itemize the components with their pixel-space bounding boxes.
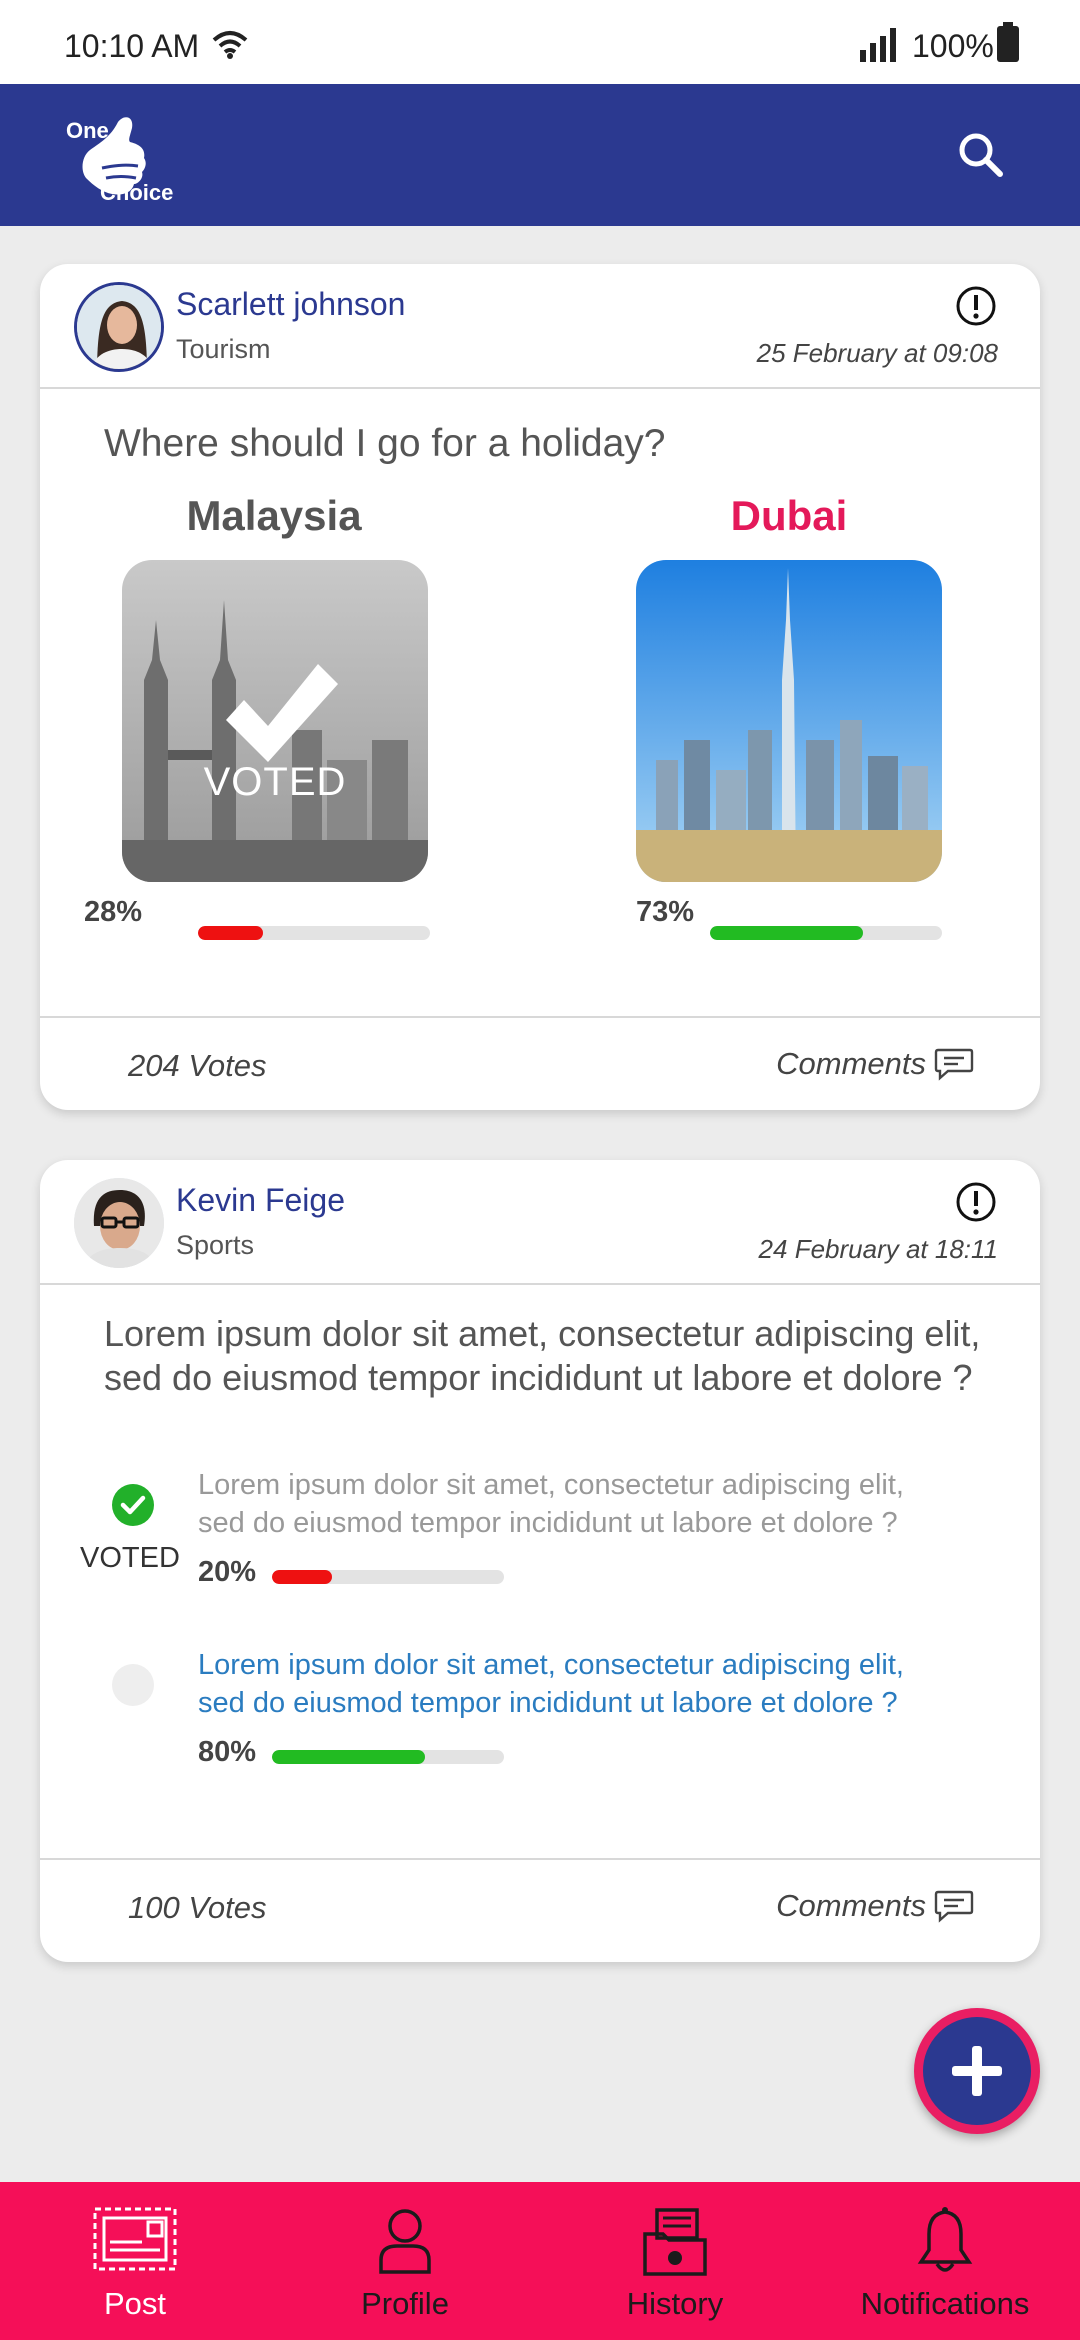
vote-count: 204 Votes (128, 1048, 267, 1083)
poll-question: Lorem ipsum dolor sit amet, consectetur … (104, 1312, 980, 1400)
text-option[interactable]: Lorem ipsum dolor sit amet, consectetur … (198, 1646, 1018, 1722)
nav-item-history[interactable]: History (540, 2182, 810, 2340)
voted-label: VOTED (203, 760, 347, 804)
option-percent: 28% (84, 896, 143, 928)
bottom-nav: Post Profile History Notifications (0, 2182, 1080, 2340)
option-title-malaysia: Malaysia (186, 492, 362, 539)
option-percent: 73% (636, 896, 695, 928)
nav-label: Post (103, 2286, 167, 2321)
option-image-malaysia[interactable]: VOTED (122, 560, 428, 882)
poll-question-line: Lorem ipsum dolor sit amet, consectetur … (104, 1313, 981, 1354)
progress-fill (272, 1570, 333, 1584)
poll-question-line: sed do eiusmod tempor incididunt ut labo… (104, 1357, 973, 1398)
progress-bar (272, 1570, 504, 1584)
report-button[interactable] (954, 1180, 998, 1224)
divider (40, 1858, 1040, 1860)
text-option[interactable]: Lorem ipsum dolor sit amet, consectetur … (198, 1466, 1018, 1542)
post-card: Scarlett johnson Tourism 25 February at … (40, 264, 1040, 1110)
option-radio[interactable] (112, 1484, 154, 1526)
status-bar: 10:10 AM 100% (0, 0, 1080, 84)
post-category: Tourism (176, 334, 271, 364)
divider (40, 1016, 1040, 1018)
option-text-line: sed do eiusmod tempor incididunt ut labo… (198, 1507, 898, 1539)
bell-icon (917, 2207, 973, 2272)
search-icon (959, 133, 1003, 177)
progress-bar (272, 1750, 504, 1764)
progress-bar (710, 926, 942, 940)
avatar[interactable] (74, 282, 164, 372)
logo-text-choice: Choice (100, 180, 174, 205)
nav-label: History (626, 2286, 724, 2321)
check-icon (120, 1495, 146, 1515)
divider (40, 1283, 1040, 1285)
progress-fill (198, 926, 263, 940)
nav-label: Notifications (860, 2286, 1030, 2321)
option-text-line: Lorem ipsum dolor sit amet, consectetur … (198, 1649, 904, 1681)
search-button[interactable] (948, 122, 1012, 186)
post-card: Kevin Feige Sports 24 February at 18:11 … (40, 1160, 1040, 1962)
nav-item-notifications[interactable]: Notifications (810, 2182, 1080, 2340)
post-date: 24 February at 18:11 (758, 1234, 998, 1264)
battery-icon (996, 22, 1020, 67)
user-name[interactable]: Scarlett johnson (176, 286, 405, 323)
post-category: Sports (176, 1230, 255, 1260)
progress-fill (710, 926, 864, 940)
signal-icon (860, 28, 898, 67)
wifi-icon (212, 30, 248, 65)
comments-button[interactable]: Comments (776, 1046, 974, 1082)
comments-label: Comments (776, 1046, 926, 1081)
voted-label: VOTED (80, 1542, 180, 1574)
app-logo[interactable]: One Choice (62, 106, 182, 206)
logo-text-one: One (66, 118, 109, 143)
option-percent: 80% (198, 1736, 257, 1768)
option-text-line: sed do eiusmod tempor incididunt ut labo… (198, 1687, 898, 1719)
nav-item-profile[interactable]: Profile (270, 2182, 540, 2340)
divider (40, 387, 1040, 389)
alert-icon (956, 286, 996, 326)
nav-label: Profile (361, 2286, 449, 2321)
add-post-button[interactable] (914, 2008, 1040, 2134)
report-button[interactable] (954, 284, 998, 328)
option-title-dubai: Dubai (730, 492, 848, 539)
progress-fill (272, 1750, 426, 1764)
option-image-dubai[interactable] (636, 560, 942, 882)
poll-question: Where should I go for a holiday? (104, 422, 666, 465)
battery-percent: 100% (912, 28, 994, 64)
status-time: 10:10 AM (64, 28, 200, 64)
app-header: One Choice (0, 84, 1080, 226)
option-percent: 20% (198, 1556, 257, 1588)
avatar[interactable] (74, 1178, 164, 1268)
vote-count: 100 Votes (128, 1890, 267, 1925)
comments-label: Comments (776, 1888, 926, 1923)
comment-icon (934, 1048, 974, 1081)
post-icon (93, 2207, 177, 2271)
history-icon (643, 2208, 707, 2276)
plus-icon (952, 2046, 1002, 2096)
option-text-line: Lorem ipsum dolor sit amet, consectetur … (198, 1469, 904, 1501)
progress-bar (198, 926, 430, 940)
user-name[interactable]: Kevin Feige (176, 1182, 345, 1219)
post-date: 25 February at 09:08 (756, 338, 998, 368)
alert-icon (956, 1182, 996, 1222)
profile-icon (379, 2209, 431, 2274)
nav-item-post[interactable]: Post (0, 2182, 270, 2340)
comments-button[interactable]: Comments (776, 1888, 974, 1924)
option-radio[interactable] (112, 1664, 154, 1706)
comment-icon (934, 1890, 974, 1923)
